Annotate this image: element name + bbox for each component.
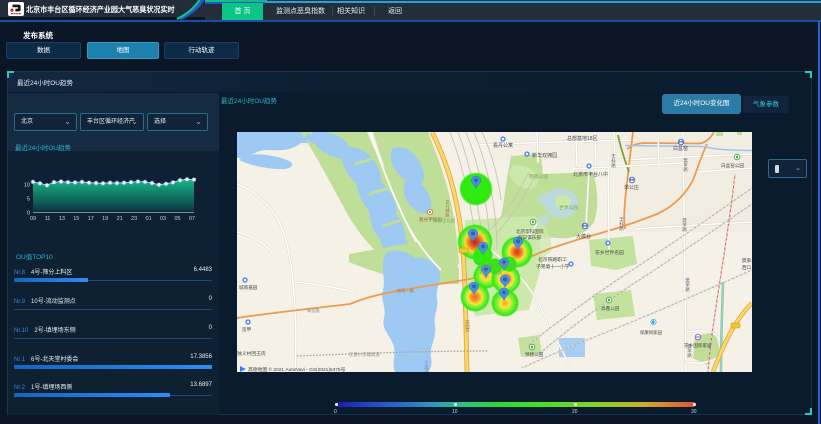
svg-text:樊羊路: 樊羊路 [685,277,691,293]
svg-text:07: 07 [189,216,195,222]
svg-text:预建公园: 预建公园 [525,351,544,358]
svg-text:11: 11 [45,216,51,222]
svg-text:丰科路: 丰科路 [619,216,625,232]
svg-text:单公庄: 单公庄 [624,184,639,191]
svg-text:19: 19 [102,216,108,222]
svg-text:城南嘉园: 城南嘉园 [239,284,258,291]
svg-text:09: 09 [30,216,36,222]
svg-text:子弟第十一小学: 子弟第十一小学 [536,263,570,270]
svg-text:5: 5 [27,197,30,203]
svg-text:造甲: 造甲 [242,326,252,333]
svg-text:小龙河: 小龙河 [424,359,430,372]
svg-text:北京华科国际: 北京华科国际 [516,228,544,235]
svg-text:独义村回王房: 独义村回王房 [237,350,266,357]
svg-text:高鑫公园: 高鑫公园 [601,305,620,312]
svg-text:23: 23 [131,216,137,222]
svg-text:05: 05 [174,216,180,222]
svg-text:榆树庄公园: 榆树庄公园 [433,217,456,224]
svg-text:樊羊路: 樊羊路 [683,157,689,173]
svg-text:高佳路: 高佳路 [307,307,320,314]
svg-text:明景公园: 明景公园 [529,174,548,180]
svg-text:21: 21 [117,216,123,222]
svg-text:南四环: 南四环 [465,319,471,335]
svg-text:世界公园: 世界公园 [559,204,578,211]
svg-text:10: 10 [24,183,30,189]
svg-text:01: 01 [146,216,152,222]
svg-text:丰台区循环经济园区: 丰台区循环经济园区 [477,262,517,269]
svg-text:京开辅路: 京开辅路 [445,199,451,219]
svg-text:花乡世界名园: 花乡世界名园 [595,249,624,256]
svg-text:北京铁路职工: 北京铁路职工 [538,256,567,263]
svg-text:03: 03 [160,216,166,222]
svg-text:大葆台: 大葆台 [576,233,591,240]
svg-text:新华双拥园: 新华双拥园 [532,152,557,159]
svg-text:15: 15 [73,216,79,222]
svg-text:北京市丰台八中: 北京市丰台八中 [573,171,608,178]
svg-text:白盆窑公园: 白盆窑公园 [721,162,744,169]
svg-text:樊家村: 樊家村 [742,257,752,264]
svg-text:樊羊路: 樊羊路 [682,217,688,233]
svg-text:17: 17 [88,216,94,222]
svg-text:13: 13 [59,216,65,222]
svg-text:总部基地18区: 总部基地18区 [567,135,598,142]
svg-text:南苑一路: 南苑一路 [397,287,415,294]
svg-text:保康闵家园: 保康闵家园 [640,329,663,336]
svg-text:在建小京雄高速: 在建小京雄高速 [349,351,380,358]
svg-text:假日俱乐部: 假日俱乐部 [518,234,541,241]
svg-text:循环一公园: 循环一公园 [480,269,503,276]
svg-text:看丹公寓: 看丹公寓 [493,142,513,149]
svg-text:丰科路: 丰科路 [611,153,617,169]
svg-text:花乡国际家居: 花乡国际家居 [684,342,712,349]
svg-text:白盆窑: 白盆窑 [673,145,688,152]
